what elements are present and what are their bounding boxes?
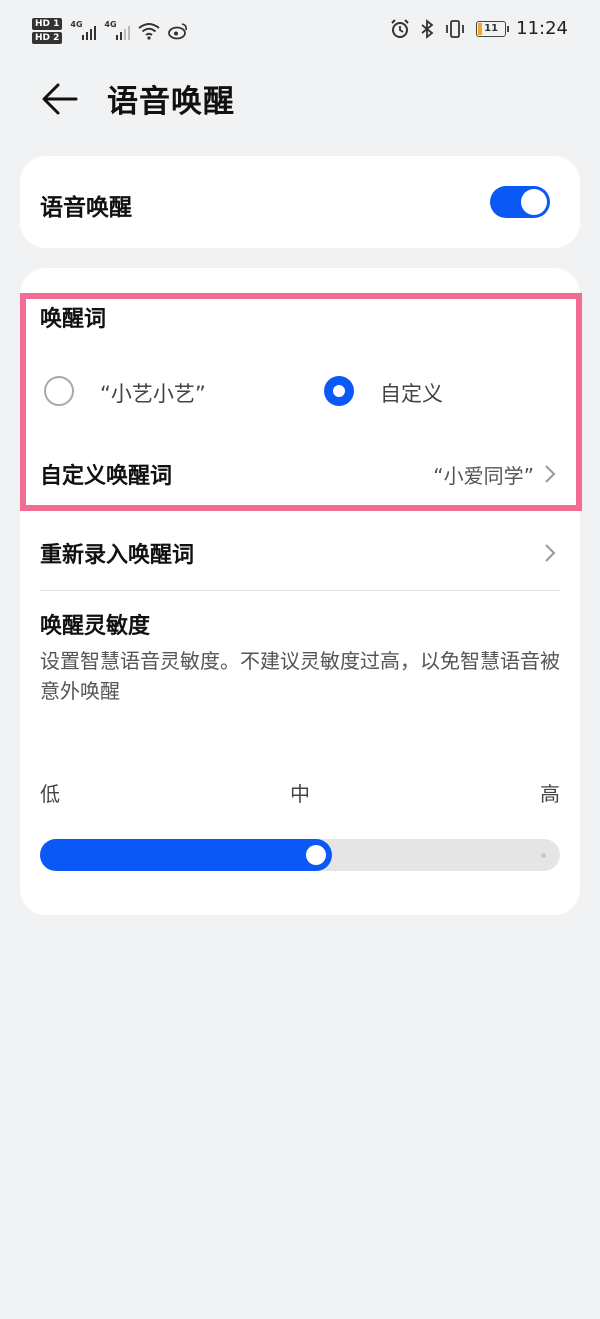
slider-fill xyxy=(40,839,332,871)
sim1-badge: HD 1 xyxy=(32,18,63,30)
highlight-box xyxy=(20,293,582,511)
battery-level: 11 xyxy=(484,23,499,34)
slider-thumb[interactable] xyxy=(306,845,326,865)
page-title: 语音唤醒 xyxy=(107,84,235,120)
voice-wake-card: 语音唤醒 xyxy=(20,156,580,248)
app-header: 语音唤醒 xyxy=(0,70,600,130)
status-right: 11 11:24 xyxy=(390,18,568,39)
network-type-2: 4G xyxy=(104,20,117,29)
signal-1-icon: 4G xyxy=(70,20,97,42)
sim-indicators: HD 1 HD 2 xyxy=(32,18,63,44)
voice-wake-label: 语音唤醒 xyxy=(40,195,132,221)
status-bar: HD 1 HD 2 4G 4G 11 11:24 xyxy=(0,0,600,60)
sensitivity-slider[interactable] xyxy=(40,839,560,871)
level-mid-label: 中 xyxy=(290,782,310,806)
divider xyxy=(40,590,560,591)
signal-2-icon: 4G xyxy=(104,20,131,42)
slider-end-tick xyxy=(541,853,546,858)
sensitivity-description: 设置智慧语音灵敏度。不建议灵敏度过高，以免智慧语音被意外唤醒 xyxy=(40,649,560,703)
back-arrow-icon[interactable] xyxy=(40,82,80,116)
clock: 11:24 xyxy=(516,18,568,39)
vibrate-icon xyxy=(446,19,465,38)
level-low-label: 低 xyxy=(40,782,60,806)
voice-wake-toggle[interactable] xyxy=(490,186,550,218)
weibo-icon xyxy=(168,23,188,40)
status-left: HD 1 HD 2 4G 4G xyxy=(32,14,188,48)
network-type-1: 4G xyxy=(70,20,83,29)
alarm-icon xyxy=(391,18,409,38)
rerecord-wake-word-row[interactable]: 重新录入唤醒词 xyxy=(20,527,580,577)
wifi-icon xyxy=(138,23,161,40)
sensitivity-title: 唤醒灵敏度 xyxy=(40,614,151,639)
bluetooth-icon xyxy=(421,18,434,39)
rerecord-label: 重新录入唤醒词 xyxy=(40,543,195,568)
battery-icon: 11 xyxy=(476,20,510,37)
level-high-label: 高 xyxy=(540,782,560,806)
chevron-right-icon xyxy=(545,544,556,562)
sim2-badge: HD 2 xyxy=(32,32,63,44)
